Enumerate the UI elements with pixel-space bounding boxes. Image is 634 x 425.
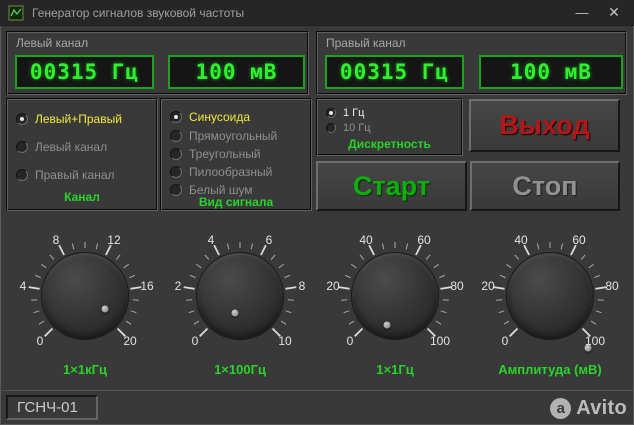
scale-label: 100 [584, 334, 606, 348]
left-channel-group: Левый канал 00315 Гц 100 мВ [6, 31, 309, 95]
knob-amplitude[interactable] [507, 253, 593, 352]
discreteness-group: 1 Гц 10 Гц Дискретность [316, 98, 463, 156]
scale-label: 4 [19, 279, 27, 293]
radio-icon [16, 168, 28, 181]
left-frequency-display: 00315 Гц [15, 55, 154, 89]
knob-caption: Амплитуда (мВ) [498, 362, 602, 377]
radio-icon [170, 183, 182, 196]
radio-channel-left[interactable]: Левый канал [16, 138, 107, 155]
knob-frequency-khz-unit: 0 4 8 12 16 20 1×1кГц [10, 226, 160, 386]
stop-button[interactable]: Стоп [470, 161, 620, 211]
radio-label: Треугольный [189, 146, 261, 161]
left-channel-caption: Левый канал [16, 36, 89, 50]
device-model-label: ГСНЧ-01 [6, 395, 98, 420]
knob-pointer-icon [231, 309, 239, 317]
radio-icon [170, 147, 182, 160]
avito-watermark: a Avito [550, 397, 627, 420]
app-icon [8, 5, 24, 21]
radio-label: 1 Гц [343, 107, 365, 119]
knob-frequency-1hz[interactable] [352, 253, 438, 339]
right-channel-caption: Правый канал [326, 36, 406, 50]
scale-label: 100 [429, 334, 451, 348]
radio-label: Правый канал [35, 167, 115, 182]
knob-caption: 1×100Гц [214, 362, 266, 377]
radio-icon [170, 129, 182, 142]
knob-pointer-icon [383, 321, 391, 329]
avito-watermark-text: Avito [576, 397, 627, 419]
radio-channel-both[interactable]: Левый+Правый [16, 110, 122, 127]
scale-label: 40 [514, 233, 528, 247]
scale-label: 12 [107, 233, 121, 247]
scale-label: 60 [572, 233, 586, 247]
scale-label: 40 [359, 233, 373, 247]
exit-button[interactable]: Выход [469, 99, 620, 152]
minimize-button[interactable]: — [566, 0, 598, 26]
scale-label: 0 [501, 334, 509, 348]
scale-label: 10 [278, 334, 292, 348]
scale-label: 0 [36, 334, 44, 348]
app-window: Генератор сигналов звуковой частоты — ✕ … [0, 0, 634, 425]
knob-frequency-100hz[interactable] [197, 253, 283, 339]
knob-pointer-icon [101, 305, 109, 313]
signal-type-group: Синусоида Прямоугольный Треугольный Пило… [160, 98, 312, 211]
channel-group-caption: Канал [64, 190, 100, 204]
radio-icon [16, 112, 28, 125]
window-title: Генератор сигналов звуковой частоты [32, 6, 245, 20]
left-amplitude-display: 100 мВ [168, 55, 305, 89]
scale-label: 0 [191, 334, 199, 348]
statusbar: ГСНЧ-01 a Avito [0, 390, 634, 425]
radio-signal-sawtooth[interactable]: Пилообразный [170, 163, 272, 180]
radio-icon [326, 123, 336, 133]
scale-label: 20 [123, 334, 137, 348]
knob-frequency-khz[interactable] [42, 253, 128, 339]
channel-select-group: Левый+Правый Левый канал Правый канал Ка… [6, 98, 158, 211]
right-frequency-display: 00315 Гц [325, 55, 464, 89]
scale-label: 16 [140, 279, 154, 293]
radio-label: Прямоугольный [189, 128, 278, 143]
scale-label: 0 [346, 334, 354, 348]
scale-label: 20 [326, 279, 340, 293]
scale-label: 4 [207, 233, 215, 247]
radio-channel-right[interactable]: Правый канал [16, 166, 115, 183]
radio-step-10hz[interactable]: 10 Гц [326, 121, 371, 135]
knob-caption: 1×1кГц [63, 362, 107, 377]
radio-label: Пилообразный [189, 164, 273, 179]
close-button[interactable]: ✕ [598, 0, 630, 26]
radio-label: Левый+Правый [35, 111, 122, 126]
knob-frequency-100hz-unit: 0 2 4 6 8 10 1×100Гц [165, 226, 315, 386]
scale-label: 8 [298, 279, 306, 293]
discreteness-caption: Дискретность [348, 137, 431, 151]
titlebar: Генератор сигналов звуковой частоты — ✕ [0, 0, 634, 26]
radio-icon [170, 110, 182, 123]
scale-label: 80 [605, 279, 619, 293]
signal-group-caption: Вид сигнала [198, 195, 274, 209]
start-button[interactable]: Старт [316, 161, 467, 211]
right-amplitude-display: 100 мВ [479, 55, 623, 89]
radio-step-1hz[interactable]: 1 Гц [326, 106, 364, 120]
knob-frequency-1hz-unit: 0 20 40 60 80 100 1×1Гц [320, 226, 470, 386]
scale-label: 20 [481, 279, 495, 293]
radio-label: Левый канал [35, 139, 108, 154]
radio-signal-triangle[interactable]: Треугольный [170, 145, 261, 162]
right-channel-group: Правый канал 00315 Гц 100 мВ [316, 31, 627, 95]
radio-label: Синусоида [189, 109, 251, 124]
knob-amplitude-unit: 0 20 40 60 80 100 Амплитуда (мВ) [475, 226, 625, 386]
scale-label: 60 [417, 233, 431, 247]
radio-icon [326, 108, 336, 118]
scale-label: 80 [450, 279, 464, 293]
knob-caption: 1×1Гц [376, 362, 414, 377]
radio-signal-sine[interactable]: Синусоида [170, 108, 250, 125]
avito-logo-icon: a [550, 398, 572, 419]
radio-icon [170, 165, 182, 178]
radio-signal-square[interactable]: Прямоугольный [170, 127, 277, 144]
scale-label: 6 [265, 233, 273, 247]
radio-label: 10 Гц [343, 122, 371, 134]
scale-label: 2 [174, 279, 182, 293]
radio-icon [16, 140, 28, 153]
scale-label: 8 [52, 233, 60, 247]
